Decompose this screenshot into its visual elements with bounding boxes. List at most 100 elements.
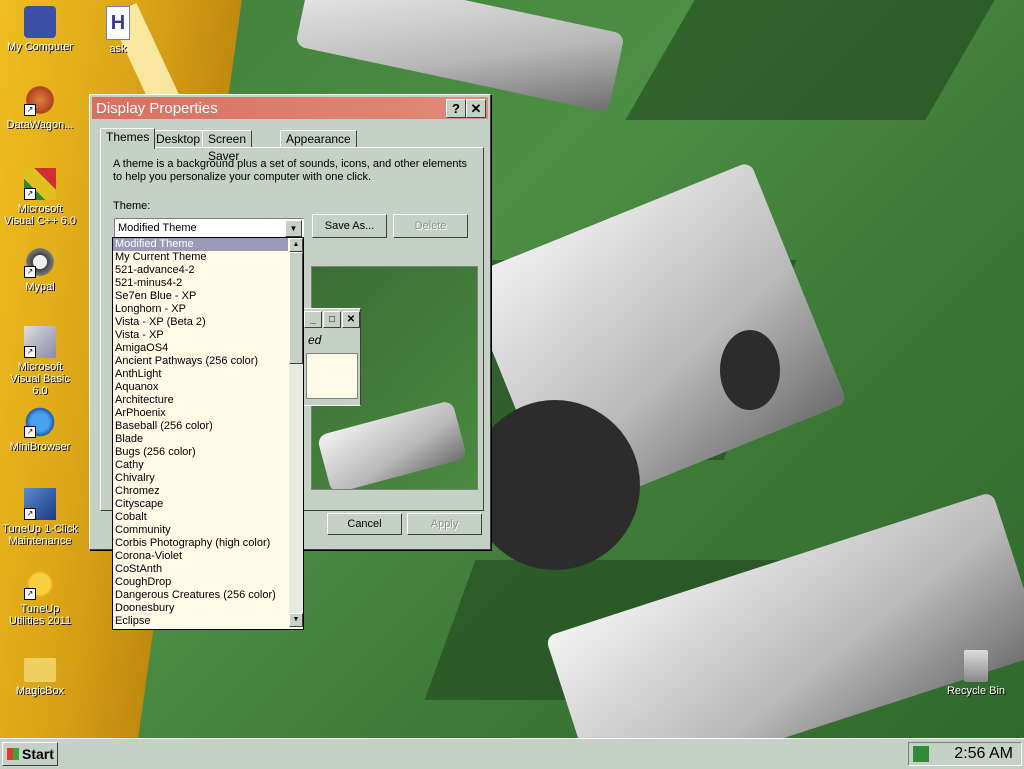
theme-list-item[interactable]: 521-minus4-2 [113,277,288,290]
start-button[interactable]: Start [2,742,58,766]
title-bar[interactable]: Display Properties ? ✕ [92,97,488,119]
desktop-icon-visual-basic[interactable]: ↗ Microsoft Visual Basic 6.0 [2,326,78,397]
theme-description: A theme is a background plus a set of so… [113,158,468,183]
tab-desktop[interactable]: Desktop [150,130,207,148]
shortcut-arrow-icon: ↗ [24,346,36,358]
save-as-button[interactable]: Save As... [312,214,387,238]
theme-list-item[interactable]: 521-advance4-2 [113,264,288,277]
shortcut-arrow-icon: ↗ [24,426,36,438]
theme-list-item[interactable]: Chivalry [113,472,288,485]
tuneup-utilities-icon: ↗ [24,568,56,600]
desktop-icon-label: Microsoft Visual Basic 6.0 [10,361,70,397]
help-button[interactable]: ? [446,99,466,118]
theme-list-item[interactable]: Aquanox [113,381,288,394]
theme-combo-value: Modified Theme [118,222,197,234]
document-icon: H [106,6,130,40]
shortcut-arrow-icon: ↗ [24,508,36,520]
theme-dropdown-list[interactable]: Modified Theme My Current Theme 521-advanc… [112,237,304,630]
desktop-icon-label: MagicBox [15,685,65,697]
visual-cpp-icon: ↗ [24,168,56,200]
theme-list-item[interactable]: My Current Theme [113,251,288,264]
theme-list-item[interactable]: Baseball (256 color) [113,420,288,433]
theme-list-item[interactable]: Cityscape [113,498,288,511]
network-icon[interactable] [913,746,929,762]
desktop-icon-recycle-bin[interactable]: Recycle Bin [938,650,1014,697]
system-tray: 2:56 AM [908,742,1022,766]
scroll-up-icon[interactable]: ▲ [289,238,303,252]
theme-list-item[interactable]: Dangerous Creatures (256 color) [113,589,288,602]
close-icon: ✕ [342,311,360,328]
theme-list-item[interactable]: Eclipse [113,615,288,628]
desktop-icon-label: TuneUp Utilities 2011 [8,603,72,627]
windows-logo-icon [7,748,19,760]
chevron-down-icon[interactable]: ▼ [285,220,302,237]
tab-appearance[interactable]: Appearance [280,130,357,148]
desktop-icon-minibrowser[interactable]: ↗ MiniBrowser [2,406,78,453]
clock[interactable]: 2:56 AM [954,745,1013,763]
theme-list-item[interactable]: CoStAnth [113,563,288,576]
theme-list-item[interactable]: Se7en Blue - XP [113,290,288,303]
datawagon-icon: ↗ [24,84,56,116]
desktop-icon-mypal[interactable]: ↗ Mypal [2,246,78,293]
close-button[interactable]: ✕ [466,99,486,118]
desktop-icon-label: ask [109,43,127,55]
wallpaper-wheel [720,330,780,410]
desktop-icon-my-computer[interactable]: My Computer [2,6,78,53]
delete-button[interactable]: Delete [393,214,468,238]
theme-list-item[interactable]: Modified Theme [113,238,288,251]
wallpaper-shadow [625,0,995,120]
theme-list-item[interactable]: Cathy [113,459,288,472]
theme-list-item[interactable]: Community [113,524,288,537]
theme-list-item[interactable]: Doonesbury [113,602,288,615]
desktop-icon-tuneup-maintenance[interactable]: ↗ TuneUp 1-Click Maintenance [2,488,78,547]
minimize-icon: _ [304,311,322,328]
desktop-icon-tuneup-utilities[interactable]: ↗ TuneUp Utilities 2011 [2,568,78,627]
minibrowser-icon: ↗ [24,406,56,438]
desktop-icon-datawagon[interactable]: ↗ DataWagon... [2,84,78,131]
desktop-icon-label: Mypal [25,281,55,293]
theme-combo[interactable]: Modified Theme ▼ [114,218,304,239]
computer-icon [24,6,56,38]
desktop-icon-label: MiniBrowser [9,441,71,453]
theme-list-item[interactable]: Vista - XP (Beta 2) [113,316,288,329]
theme-list-item[interactable]: Bugs (256 color) [113,446,288,459]
theme-label: Theme: [113,200,151,212]
mypal-browser-icon: ↗ [24,246,56,278]
desktop-icon-visual-cpp[interactable]: ↗ Microsoft Visual C++ 6.0 [2,168,78,227]
shortcut-arrow-icon: ↗ [24,588,36,600]
visual-basic-icon: ↗ [24,326,56,358]
apply-button[interactable]: Apply [407,513,482,535]
shortcut-arrow-icon: ↗ [24,266,36,278]
theme-list-item[interactable]: Architecture [113,394,288,407]
theme-list-item[interactable]: Chromez [113,485,288,498]
list-scrollbar[interactable]: ▲ ▼ [289,238,303,627]
theme-list-item[interactable]: Blade [113,433,288,446]
shortcut-arrow-icon: ↗ [24,104,36,116]
theme-list-item[interactable]: ArPhoenix [113,407,288,420]
theme-list-item[interactable]: AnthLight [113,368,288,381]
theme-list-item[interactable]: Cobalt [113,511,288,524]
preview-window-text: ed [308,333,322,347]
preview-window-content [306,353,358,399]
theme-list-item[interactable]: Vista - XP [113,329,288,342]
scroll-down-icon[interactable]: ▼ [289,613,303,627]
scroll-thumb[interactable] [289,252,303,364]
theme-list-item[interactable]: Corona-Violet [113,550,288,563]
tab-screen-saver[interactable]: Screen Saver [202,130,253,163]
folder-icon [24,658,56,682]
theme-list-item[interactable]: CoughDrop [113,576,288,589]
cancel-button[interactable]: Cancel [327,513,402,535]
desktop-icon-label: Recycle Bin [946,685,1006,697]
theme-list-item[interactable]: Ancient Pathways (256 color) [113,355,288,368]
theme-list-item[interactable]: Corbis Photography (high color) [113,537,288,550]
desktop-icon-label: TuneUp 1-Click Maintenance [2,523,78,547]
tab-themes[interactable]: Themes [100,128,156,149]
maximize-icon: □ [323,311,341,328]
recycle-bin-icon [964,650,988,682]
theme-list-item[interactable]: AmigaOS4 [113,342,288,355]
desktop-icon-label: DataWagon... [6,119,74,131]
desktop-icon-magicbox[interactable]: MagicBox [2,652,78,697]
tuneup-maintenance-icon: ↗ [24,488,56,520]
theme-list-item[interactable]: Longhorn - XP [113,303,288,316]
desktop-icon-ask[interactable]: H ask [80,6,156,55]
